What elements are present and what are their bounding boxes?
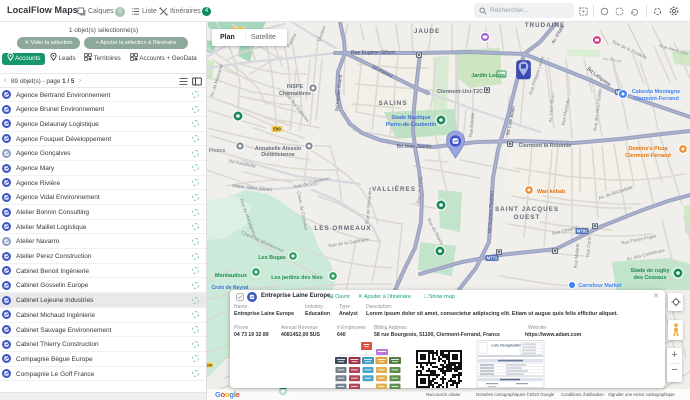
svg-text:Chamalières: Chamalières — [279, 91, 311, 97]
svg-text:M771: M771 — [487, 256, 498, 261]
svg-text:SAINT JACQUES: SAINT JACQUES — [495, 206, 559, 213]
svg-text:Clermont la Rotonde: Clermont la Rotonde — [518, 143, 571, 149]
svg-text:VALLIÈRES: VALLIÈRES — [372, 184, 416, 193]
svg-text:des Cezeaux: des Cezeaux — [634, 275, 667, 281]
svg-text:Les jardins des fées: Les jardins des fées — [271, 275, 323, 281]
svg-text:Clermont-Ferrand: Clermont-Ferrand — [625, 153, 671, 159]
svg-text:INSPE: INSPE — [287, 84, 304, 90]
svg-text:Rue Eugène Gilbert: Rue Eugène Gilbert — [351, 50, 396, 56]
svg-text:Carrefour Market: Carrefour Market — [578, 283, 622, 289]
svg-text:E90: E90 — [273, 127, 281, 132]
svg-text:SALINS: SALINS — [378, 100, 407, 107]
svg-text:Clermont-Uni-T2C: Clermont-Uni-T2C — [437, 89, 483, 95]
svg-text:Cabesto Montagne: Cabesto Montagne — [632, 89, 680, 95]
svg-text:Wan kebab: Wan kebab — [537, 189, 566, 195]
svg-text:Domino's Pizza: Domino's Pizza — [628, 146, 668, 152]
svg-text:E90: E90 — [207, 364, 212, 368]
svg-text:Jardin Lecoq: Jardin Lecoq — [471, 73, 505, 79]
svg-text:Stade Nautique: Stade Nautique — [391, 115, 430, 121]
svg-text:Les Bugas: Les Bugas — [258, 255, 285, 261]
svg-text:Diététicienne: Diététicienne — [261, 152, 295, 158]
svg-text:Montaudoux: Montaudoux — [215, 273, 247, 279]
svg-text:M791: M791 — [577, 229, 588, 234]
svg-text:JAUDE: JAUDE — [414, 28, 440, 35]
svg-text:Pierre-de-Coubertin: Pierre-de-Coubertin — [386, 122, 437, 128]
svg-text:LES ORMEAUX: LES ORMEAUX — [314, 225, 371, 232]
svg-text:Stade de rugby: Stade de rugby — [631, 268, 670, 274]
svg-text:Bd Jean Jaurès: Bd Jean Jaurès — [397, 144, 432, 150]
svg-text:Clermont-Ferrand: Clermont-Ferrand — [633, 96, 679, 102]
svg-text:Liste Récapitulatif: Liste Récapitulatif — [491, 344, 521, 348]
svg-text:OUEST: OUEST — [514, 214, 541, 221]
svg-text:Photos: Photos — [209, 148, 226, 154]
